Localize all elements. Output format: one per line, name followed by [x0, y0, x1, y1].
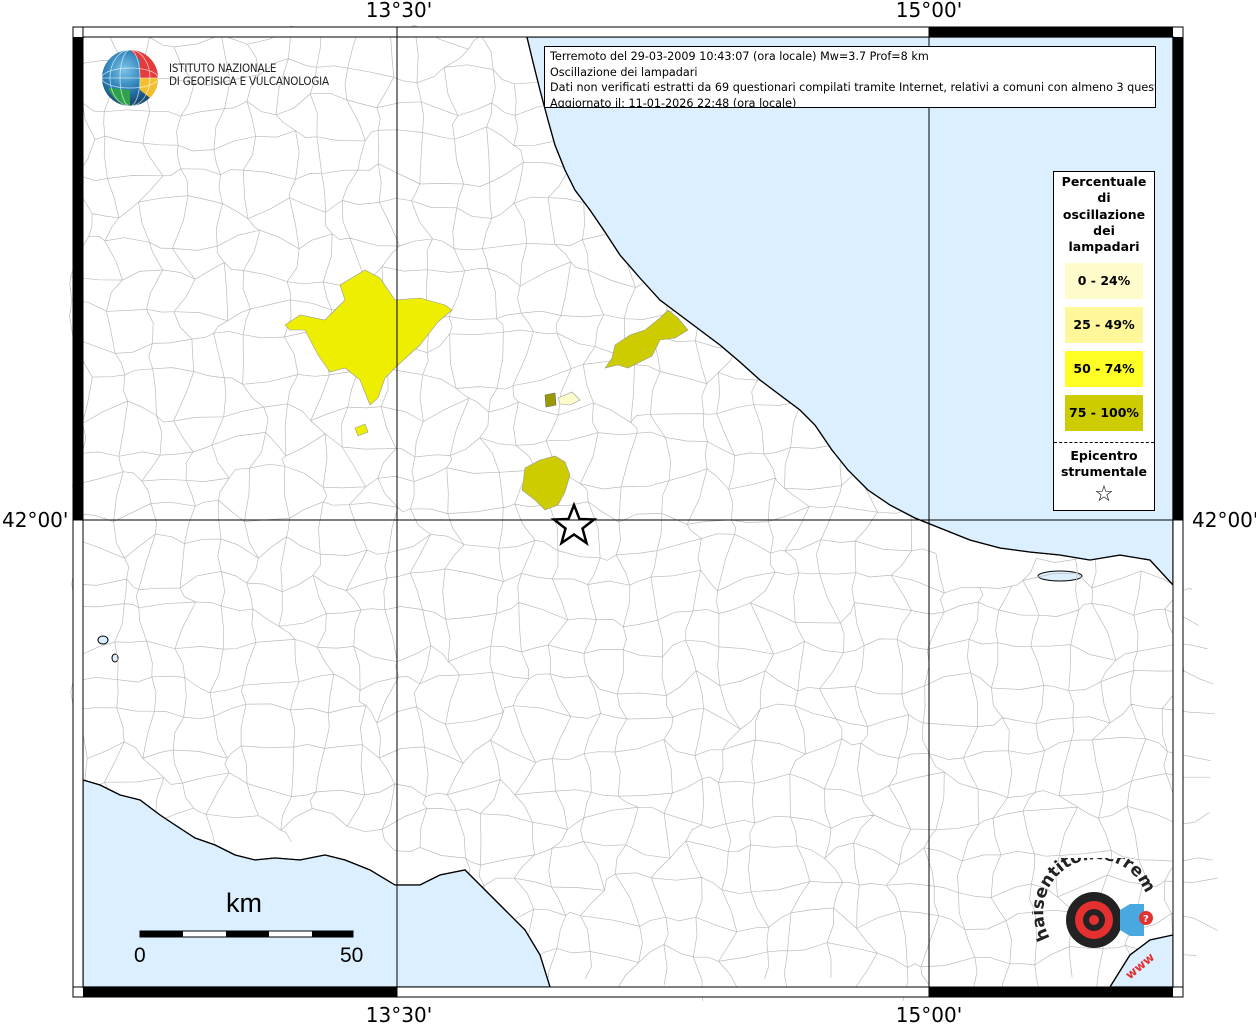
lat-label-right: 42°00'	[1192, 508, 1256, 532]
event-data-note: Dati non verificati estratti da 69 quest…	[550, 81, 1156, 94]
lon-label-top-1: 13°30'	[366, 0, 432, 22]
event-title: Terremoto del 29-03-2009 10:43:07 (ora l…	[550, 50, 929, 63]
legend-item-25-49: 25 - 49%	[1065, 307, 1143, 344]
scale-bar	[139, 930, 354, 938]
legend-item-0-24: 0 - 24%	[1065, 263, 1143, 300]
lagoon	[1037, 570, 1083, 582]
lat-label-left: 42°00'	[2, 508, 68, 532]
lon-label-top-2: 15°00'	[896, 0, 962, 22]
legend-star-icon: ☆	[1094, 482, 1114, 508]
legend-divider	[1054, 442, 1154, 444]
lon-label-bottom-2: 15°00'	[896, 1003, 962, 1024]
legend-title-line: lampadari	[1068, 239, 1140, 255]
legend-title-line: dei	[1093, 222, 1115, 238]
legend-title-line: oscillazione	[1062, 206, 1146, 222]
ingv-globe-icon	[101, 49, 159, 107]
legend-epicenter-line: strumentale	[1060, 464, 1148, 480]
hsit-logo: haisentitoilterremoto.it ? www	[1026, 843, 1172, 988]
legend-title-line: Percentuale	[1061, 174, 1147, 189]
hsit-logo-icon: haisentitoilterremoto.it ? www	[1026, 843, 1159, 982]
ingv-name: ISTITUTO NAZIONALE DI GEOFISICA E VULCAN…	[169, 62, 329, 88]
hsit-www: www	[1123, 950, 1157, 982]
legend-item-75-100: 75 - 100%	[1065, 395, 1143, 432]
scale-min: 0	[134, 944, 146, 967]
svg-text:?: ?	[1143, 914, 1149, 925]
lake	[97, 635, 109, 645]
lon-label-bottom-1: 13°30'	[366, 1003, 432, 1024]
event-subtitle: Oscillazione dei lampadari	[550, 65, 698, 79]
legend-epicenter-label: Epicentro strumentale	[1054, 448, 1154, 480]
legend-title: Percentuale di oscillazione dei lampadar…	[1054, 174, 1154, 255]
legend-title-line: di	[1097, 190, 1111, 206]
event-updated: Aggiornato il: 11-01-2026 22:48 (ora loc…	[550, 96, 797, 108]
legend-item-50-74: 50 - 74%	[1065, 351, 1143, 388]
event-info-box: Terremoto del 29-03-2009 10:43:07 (ora l…	[544, 46, 1156, 108]
legend: Percentuale di oscillazione dei lampadar…	[1053, 171, 1155, 511]
ingv-name-line2: DI GEOFISICA E VULCANOLOGIA	[169, 74, 329, 88]
area-75-100-dark	[544, 392, 557, 408]
scale-unit: km	[226, 888, 262, 918]
scale-max: 50	[340, 944, 364, 967]
legend-epicenter-line: Epicentro	[1070, 448, 1138, 464]
